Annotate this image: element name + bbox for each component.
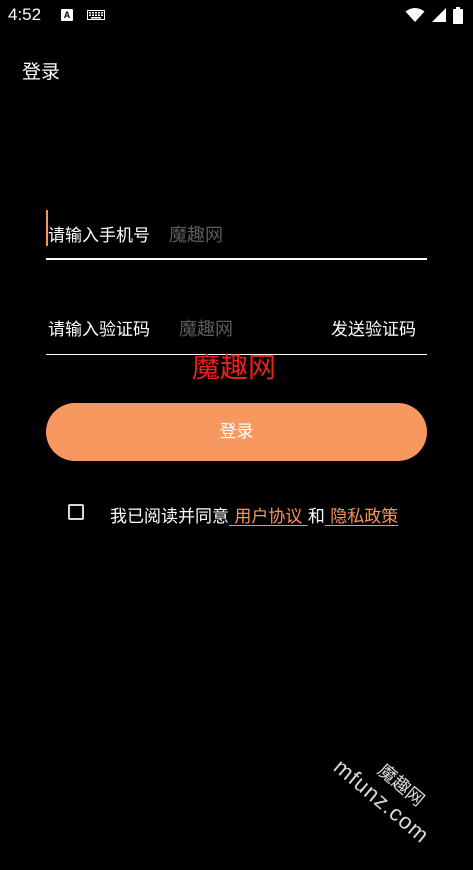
login-button[interactable]: 登录 <box>46 403 427 461</box>
send-code-button[interactable]: 发送验证码 <box>331 315 416 340</box>
code-field-watermark: 魔趣网 <box>179 319 233 340</box>
system-icons <box>405 5 463 25</box>
status-bar: 4:52 A <box>0 0 473 32</box>
agreement-prefix: 我已阅读并同意 <box>110 507 229 527</box>
phone-field[interactable]: 请输入手机号 魔趣网 <box>46 208 427 260</box>
a-notification-icon: A <box>61 9 73 21</box>
page-title: 登录 <box>22 61 61 83</box>
overlay-watermark: 魔趣网 <box>192 351 277 384</box>
agreement-text: 我已阅读并同意 用户协议 和 隐私政策 <box>110 502 398 527</box>
code-input-placeholder[interactable]: 请输入验证码 <box>48 315 150 340</box>
signal-icon <box>432 8 446 22</box>
agreement-checkbox[interactable] <box>68 504 84 520</box>
wifi-icon <box>405 8 425 22</box>
keyboard-icon <box>87 10 105 20</box>
agreement-connector: 和 <box>307 507 325 527</box>
phone-input-placeholder[interactable]: 请输入手机号 <box>48 221 150 246</box>
agreement-row: 我已阅读并同意 用户协议 和 隐私政策 <box>68 502 448 527</box>
user-agreement-link[interactable]: 用户协议 <box>229 507 308 527</box>
battery-icon <box>453 6 463 24</box>
privacy-policy-link[interactable]: 隐私政策 <box>325 507 398 527</box>
phone-field-watermark: 魔趣网 <box>169 225 223 246</box>
status-time: 4:52 <box>8 5 42 24</box>
